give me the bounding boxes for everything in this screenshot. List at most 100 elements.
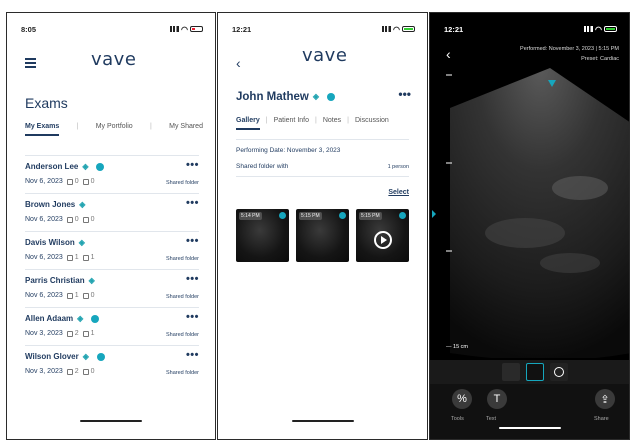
more-options-icon[interactable]: ••• — [186, 273, 199, 285]
signal-icon — [170, 26, 180, 32]
shared-folder-label[interactable]: Shared folder — [166, 332, 199, 338]
exams-screen: 8:05 ◠ vave Exams My Exams | My Portfoli… — [6, 12, 216, 440]
patient-name: John Mathew — [236, 91, 309, 103]
exam-date: Nov 6, 2023 — [25, 178, 63, 185]
thumbnail-time: 5:15 PM — [299, 212, 322, 220]
tool-label: Text — [486, 416, 497, 422]
tab-my-exams[interactable]: My Exams — [25, 123, 60, 136]
menu-icon[interactable] — [25, 58, 36, 70]
image-icon — [66, 368, 73, 375]
exam-patient-name: Davis Wilson — [25, 238, 75, 247]
divider — [236, 176, 409, 177]
battery-icon — [402, 26, 415, 32]
more-options-icon[interactable]: ••• — [186, 197, 199, 209]
brand-logo: vave — [91, 49, 137, 70]
probe-icon: ◈ — [77, 313, 84, 323]
clip-icon — [82, 292, 89, 299]
status-time: 12:21 — [232, 24, 252, 34]
exam-row[interactable]: Davis Wilson ◈ Nov 6, 2023 1 1 ••• Shared fold… — [25, 231, 199, 269]
shared-folder-label[interactable]: Shared folder — [166, 294, 199, 300]
depth-label: — 15 cm — [446, 344, 469, 350]
more-options-icon[interactable]: ••• — [186, 311, 199, 323]
exam-patient-name: Anderson Lee — [25, 162, 79, 171]
exam-patient-name: Allen Adaam — [25, 314, 74, 323]
exam-date: Nov 6, 2023 — [25, 292, 63, 299]
person-count[interactable]: 1 person — [388, 164, 409, 170]
probe-badge-icon — [279, 212, 286, 219]
exam-row[interactable]: Brown Jones ◈ Nov 6, 2023 0 0 ••• — [25, 193, 199, 231]
shared-folder-label[interactable]: Shared folder — [166, 180, 199, 186]
exam-patient-name: Brown Jones — [25, 200, 76, 209]
strip-thumbnail[interactable] — [502, 363, 520, 381]
probe-badge-icon — [339, 212, 346, 219]
back-icon[interactable]: ‹ — [236, 55, 241, 71]
image-icon — [66, 178, 73, 185]
shared-folder-label[interactable]: Shared folder — [166, 370, 199, 376]
back-icon[interactable]: ‹ — [446, 46, 451, 62]
strip-thumbnail-selected[interactable] — [526, 363, 544, 381]
exam-tabs: My Exams | My Portfolio | My Shared — [25, 123, 203, 136]
status-time: 8:05 — [21, 24, 37, 34]
wifi-icon: ◠ — [595, 24, 602, 34]
probe-icon: ◈ — [79, 199, 86, 209]
battery-icon — [190, 26, 203, 32]
clip-icon — [82, 254, 89, 261]
home-indicator — [291, 419, 354, 422]
clip-icon — [82, 368, 89, 375]
probe-icon: ◈ — [82, 351, 89, 361]
clip-icon — [82, 330, 89, 337]
tab-my-shared[interactable]: My Shared — [169, 123, 203, 130]
clip-count: 1 — [90, 330, 95, 337]
tab-patient-info[interactable]: Patient Info — [274, 117, 309, 124]
ultrasound-image[interactable] — [430, 68, 630, 358]
image-count: 0 — [74, 216, 79, 223]
exam-row[interactable]: Wilson Glover ◈ Nov 3, 2023 2 0 ••• Shared fol… — [25, 345, 199, 383]
shared-folder-label[interactable]: Shared folder — [166, 256, 199, 262]
brand-logo: vave — [302, 45, 348, 66]
clip-icon — [82, 216, 89, 223]
exam-row[interactable]: Parris Christian ◈ Nov 6, 2023 1 0 ••• Shared … — [25, 269, 199, 307]
exam-date: Nov 6, 2023 — [25, 254, 63, 261]
text-icon[interactable]: T — [487, 389, 507, 409]
patient-name-row: John Mathew ◈ — [236, 91, 335, 103]
clip-icon — [82, 178, 89, 185]
select-button[interactable]: Select — [388, 189, 409, 196]
exam-date: Nov 3, 2023 — [25, 330, 63, 337]
signal-icon — [382, 26, 392, 32]
exam-row[interactable]: Anderson Lee ◈ Nov 6, 2023 0 0 ••• Shared fold… — [25, 155, 199, 193]
more-options-icon[interactable]: ••• — [186, 349, 199, 361]
shared-icon — [326, 93, 335, 101]
performed-date: Performed: November 3, 2023 | 5:15 PM — [520, 46, 619, 52]
strip-video-thumbnail[interactable] — [550, 363, 568, 381]
shared-icon — [96, 352, 105, 361]
image-count: 2 — [74, 330, 79, 337]
tool-label: Share — [594, 416, 609, 422]
image-count: 1 — [74, 254, 79, 261]
more-options-icon[interactable]: ••• — [398, 87, 411, 101]
clip-count: 1 — [90, 254, 95, 261]
more-options-icon[interactable]: ••• — [186, 159, 199, 171]
more-options-icon[interactable]: ••• — [186, 235, 199, 247]
image-thumbnail[interactable]: 5:14 PM — [236, 209, 289, 262]
tab-notes[interactable]: Notes — [323, 117, 341, 124]
wifi-icon: ◠ — [181, 24, 188, 34]
play-icon[interactable] — [373, 230, 392, 249]
tab-my-portfolio[interactable]: My Portfolio — [96, 123, 133, 130]
exam-row[interactable]: Allen Adaam ◈ Nov 3, 2023 2 1 ••• Shared folde… — [25, 307, 199, 345]
probe-icon: ◈ — [82, 161, 89, 171]
tab-discussion[interactable]: Discussion — [355, 117, 389, 124]
share-icon[interactable]: ⇪ — [595, 389, 615, 409]
image-icon — [66, 254, 73, 261]
patient-tabs: Gallery | Patient Info | Notes | Discuss… — [236, 117, 389, 130]
percent-icon[interactable]: % — [452, 389, 472, 409]
clip-count: 0 — [90, 292, 95, 299]
clip-count: 0 — [90, 368, 95, 375]
probe-badge-icon — [399, 212, 406, 219]
tool-label: Tools — [451, 416, 464, 422]
depth-scale — [446, 74, 452, 252]
status-bar: 8:05 ◠ — [21, 23, 203, 35]
video-thumbnail[interactable]: 5:15 PM — [356, 209, 409, 262]
patient-screen: 12:21 ◠ ‹ vave John Mathew ◈ ••• Gallery… — [217, 12, 428, 440]
image-thumbnail[interactable]: 5:15 PM — [296, 209, 349, 262]
tab-gallery[interactable]: Gallery — [236, 117, 260, 130]
